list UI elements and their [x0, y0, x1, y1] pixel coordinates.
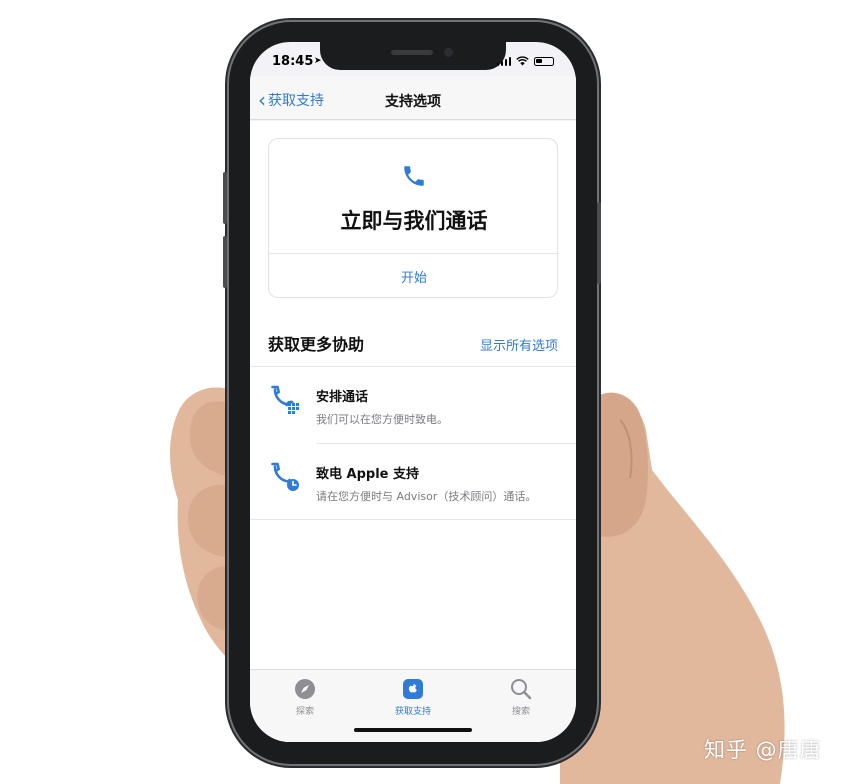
wifi-icon — [516, 56, 529, 66]
battery-icon — [534, 56, 554, 66]
status-time: 18:45 — [272, 54, 314, 69]
start-button[interactable]: 开始 — [269, 267, 559, 286]
apple-support-icon — [403, 679, 423, 699]
list-item-subtitle: 请在您方便时与 Advisor（技术顾问）通话。 — [316, 490, 537, 503]
card-divider — [269, 253, 559, 254]
list-bottom-divider — [250, 519, 576, 520]
list-item-call-apple-support[interactable]: 致电 Apple 支持 请在您方便时与 Advisor（技术顾问）通话。 — [250, 444, 576, 520]
watermark: 知乎 @唐唐 — [704, 738, 822, 762]
list-item-title: 致电 Apple 支持 — [316, 467, 419, 482]
notch — [320, 42, 506, 70]
status-icons — [496, 56, 554, 66]
compass-icon — [295, 679, 315, 699]
tab-search[interactable]: 搜索 — [481, 678, 561, 717]
call-now-card: 立即与我们通话 开始 — [268, 138, 559, 298]
call-now-title: 立即与我们通话 — [340, 209, 488, 233]
section-title: 获取更多协助 — [268, 335, 365, 354]
location-arrow-icon: ➤ — [314, 56, 322, 66]
phone-schedule-icon — [271, 385, 299, 414]
navigation-bar: ‹ 获取支持 支持选项 — [250, 76, 576, 120]
tab-label: 探索 — [295, 707, 314, 717]
signal-icon — [496, 56, 511, 66]
phone-clock-icon — [271, 462, 299, 491]
page-title: 支持选项 — [385, 94, 441, 110]
volume-down-button — [223, 236, 227, 288]
show-all-options-link[interactable]: 显示所有选项 — [480, 335, 558, 354]
tab-label: 搜索 — [511, 707, 530, 717]
list-item-title: 安排通话 — [316, 390, 369, 405]
front-camera — [444, 48, 453, 57]
phone-screen: 18:45 ➤ ‹ 获取支持 支持选项 立即与我们通话 开始 获取更多协助 显示… — [250, 42, 576, 742]
list-item-subtitle: 我们可以在您方便时致电。 — [316, 413, 448, 426]
home-indicator[interactable] — [354, 728, 472, 732]
power-button — [597, 202, 601, 284]
list-item-schedule-call[interactable]: 安排通话 我们可以在您方便时致电。 — [250, 367, 576, 443]
tab-get-support[interactable]: 获取支持 — [373, 678, 453, 717]
volume-up-button — [223, 172, 227, 224]
phone-icon — [404, 166, 424, 186]
main-content: 立即与我们通话 开始 获取更多协助 显示所有选项 安排通话 我们可以在您方便时致… — [250, 121, 576, 669]
speaker — [391, 50, 433, 55]
tab-label: 获取支持 — [394, 707, 431, 717]
tab-explore[interactable]: 探索 — [265, 678, 345, 717]
search-icon — [511, 679, 532, 700]
